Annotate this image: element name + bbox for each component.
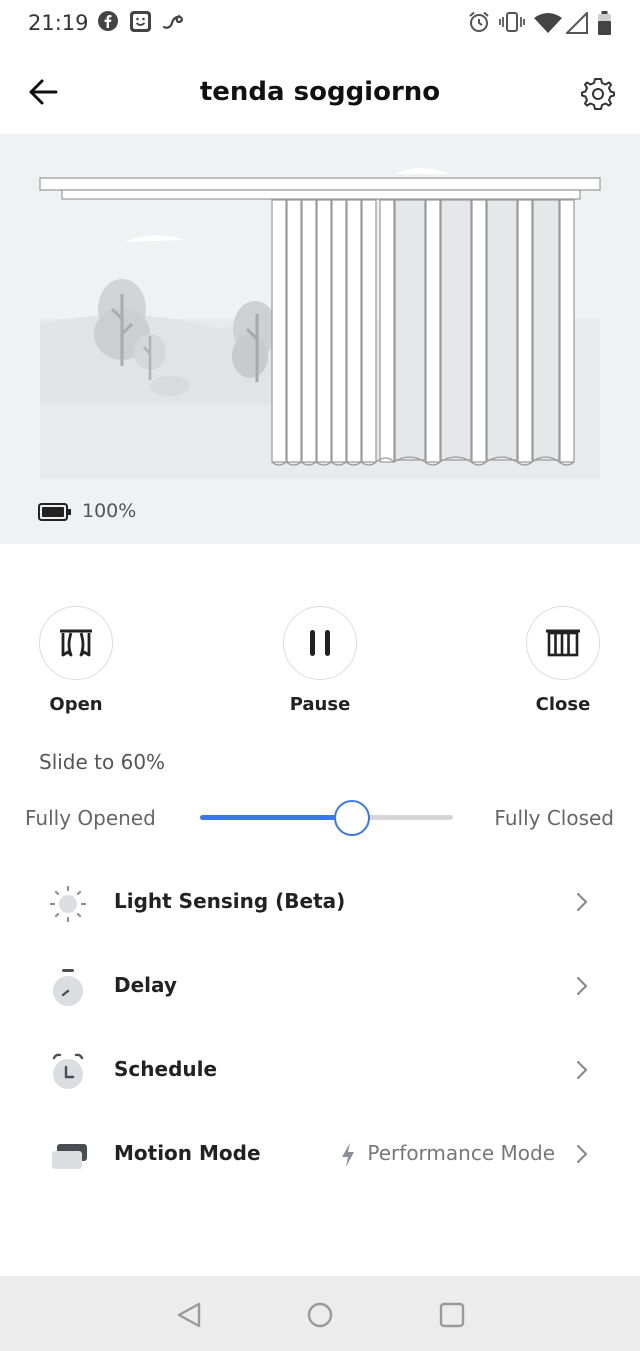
slider-value-label: Slide to 60% — [39, 750, 166, 774]
chevron-right-icon — [576, 1060, 588, 1080]
gear-icon[interactable] — [580, 75, 616, 111]
signal-icon — [566, 12, 588, 34]
smile-app-icon — [130, 11, 151, 32]
open-control: Open — [38, 606, 114, 715]
chevron-right-icon — [576, 892, 588, 912]
motion-mode-label: Motion Mode — [114, 1141, 261, 1165]
lightning-icon — [342, 1143, 354, 1167]
close-button[interactable] — [526, 606, 600, 680]
sun-icon — [49, 885, 87, 923]
battery-icon — [598, 11, 611, 35]
swirl-app-icon — [162, 14, 183, 29]
status-bar: 21:19 — [0, 0, 640, 50]
pause-button[interactable] — [283, 606, 357, 680]
battery-level: 100% — [82, 500, 137, 522]
battery-full-icon — [38, 503, 71, 521]
vibrate-icon — [499, 12, 525, 32]
curtain-preview: 100% — [0, 134, 640, 544]
system-nav-bar — [0, 1276, 640, 1351]
position-slider[interactable] — [200, 800, 453, 836]
motion-mode-row[interactable]: Motion Mode Performance Mode — [0, 1112, 640, 1196]
motion-mode-icon — [52, 1144, 87, 1169]
fully-closed-label: Fully Closed — [494, 806, 614, 830]
open-button[interactable] — [39, 606, 113, 680]
slider-thumb[interactable] — [333, 800, 370, 836]
open-label: Open — [49, 694, 103, 715]
alarm-icon — [469, 11, 489, 32]
fully-opened-label: Fully Opened — [25, 806, 156, 830]
slider-fill — [200, 815, 352, 820]
pause-control: Pause — [282, 606, 358, 715]
home-circle-icon[interactable] — [305, 1300, 335, 1330]
app-header: tenda soggiorno — [0, 50, 640, 134]
pause-icon — [310, 630, 330, 656]
pause-label: Pause — [289, 694, 351, 715]
chevron-right-icon — [576, 1144, 588, 1164]
curtain-open-icon — [60, 629, 92, 657]
light-sensing-row[interactable]: Light Sensing (Beta) — [0, 860, 640, 944]
light-sensing-label: Light Sensing (Beta) — [114, 889, 346, 913]
page-title: tenda soggiorno — [199, 77, 441, 107]
back-triangle-icon[interactable] — [174, 1300, 204, 1330]
curtain-illustration — [39, 168, 601, 479]
close-label: Close — [535, 694, 591, 715]
recents-square-icon[interactable] — [437, 1300, 467, 1330]
facebook-icon — [98, 11, 118, 31]
close-control: Close — [525, 606, 601, 715]
wifi-icon — [534, 13, 562, 33]
delay-row[interactable]: Delay — [0, 944, 640, 1028]
delay-label: Delay — [114, 973, 177, 997]
status-time: 21:19 — [28, 11, 89, 35]
motion-mode-value: Performance Mode — [367, 1141, 555, 1165]
stopwatch-icon — [53, 969, 83, 1006]
schedule-row[interactable]: Schedule — [0, 1028, 640, 1112]
schedule-label: Schedule — [114, 1057, 218, 1081]
alarm-clock-icon — [52, 1053, 84, 1089]
curtain-closed-icon — [546, 629, 580, 657]
chevron-right-icon — [576, 976, 588, 996]
